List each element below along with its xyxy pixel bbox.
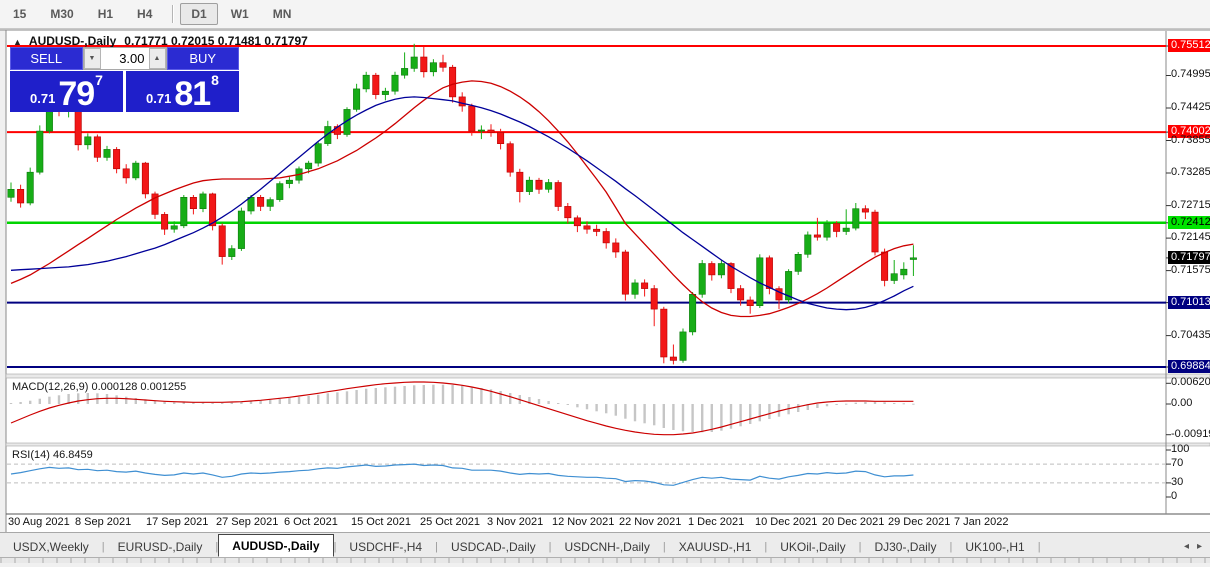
date-axis-label: 25 Oct 2021 [420,516,480,528]
date-axis-label: 30 Aug 2021 [8,516,70,528]
volume-increase-button[interactable]: ▲ [149,48,166,69]
price-level-label-red: 0.75512 [1168,39,1210,52]
chart-tab-ukoil-daily[interactable]: UKOil-,Daily [767,536,858,557]
chart-tab-usdcnh-daily[interactable]: USDCNH-,Daily [552,536,663,557]
date-axis-label: 27 Sep 2021 [216,516,278,528]
buy-price-box[interactable]: 0.71818 [126,71,239,112]
volume-decrease-button[interactable]: ▼ [84,48,101,69]
rsi-scale-label: 70 [1171,457,1183,470]
timeframe-button-h4[interactable]: H4 [126,3,163,25]
chart-tab-dj30-daily[interactable]: DJ30-,Daily [861,536,949,557]
rsi-scale-label: 0 [1171,490,1177,503]
date-axis-label: 10 Dec 2021 [755,516,817,528]
price-level-label-blue: 0.71013 [1168,296,1210,309]
chart-tab-usdx-weekly[interactable]: USDX,Weekly [0,536,102,557]
timeframe-button-m30[interactable]: M30 [39,3,84,25]
price-level-label-green: 0.72412 [1168,216,1210,229]
buy-price-prefix: 0.71 [146,88,171,110]
sell-price-sup: 7 [95,72,103,88]
timeframe-toolbar: 15M30H1H4 D1W1MN [0,0,1210,29]
date-axis-label: 6 Oct 2021 [284,516,338,528]
sell-button[interactable]: SELL [10,47,83,70]
chart-tab-audusd-daily[interactable]: AUDUSD-,Daily [218,534,333,557]
rsi-scale-label: 100 [1171,443,1189,456]
buy-price-big: 81 [174,79,210,110]
ohlc-values: 0.71771 0.72015 0.71481 0.71797 [124,34,308,48]
date-axis-label: 1 Dec 2021 [688,516,744,528]
one-click-trade-panel: SELL ▼ ▲ BUY 0.71797 0.71818 [10,47,239,112]
collapse-panel-icon[interactable]: ▲ [13,37,22,47]
sell-price-big: 79 [58,79,94,110]
price-axis-label: 0.71575 [1171,264,1210,277]
date-axis-label: 7 Jan 2022 [954,516,1008,528]
macd-scale-label: -0.009197 [1171,428,1210,441]
tab-scroll-arrows: ◂▸ [1184,541,1210,557]
sell-price-box[interactable]: 0.71797 [10,71,123,112]
buy-price-sup: 8 [211,72,219,88]
price-level-label-blue: 0.69884 [1168,360,1210,373]
price-axis-label: 0.73855 [1171,134,1210,147]
chart-tab-eurusd-daily[interactable]: EURUSD-,Daily [105,536,216,557]
date-axis-label: 22 Nov 2021 [619,516,681,528]
date-axis-label: 29 Dec 2021 [888,516,950,528]
date-axis-label: 12 Nov 2021 [552,516,614,528]
chart-tab-uk100-h1[interactable]: UK100-,H1 [952,536,1037,557]
tab-scroll-left-icon[interactable]: ◂ [1184,541,1189,552]
current-price-label: 0.71797 [1168,251,1210,264]
date-axis-label: 8 Sep 2021 [75,516,131,528]
timeframe-button-mn[interactable]: MN [262,3,303,25]
timeframe-button-h1[interactable]: H1 [87,3,124,25]
price-axis-label: 0.74425 [1171,101,1210,114]
chart-tab-usdchf-h4[interactable]: USDCHF-,H4 [336,536,435,557]
macd-scale-label: 0.006201 [1171,376,1210,389]
volume-box: ▼ ▲ [83,47,167,70]
timeframe-button-15[interactable]: 15 [2,3,37,25]
timeframe-button-w1[interactable]: W1 [220,3,260,25]
chart-tab-xauusd-h1[interactable]: XAUUSD-,H1 [666,536,765,557]
price-axis-label: 0.72145 [1171,231,1210,244]
price-axis-label: 0.70435 [1171,329,1210,342]
symbol-period-label: AUDUSD-,Daily [29,34,116,48]
sell-price-prefix: 0.71 [30,88,55,110]
tab-scroll-right-icon[interactable]: ▸ [1197,541,1202,552]
toolbar-divider [172,5,173,23]
date-axis-label: 17 Sep 2021 [146,516,208,528]
price-axis-label: 0.74995 [1171,68,1210,81]
rsi-scale-label: 30 [1171,476,1183,489]
volume-input[interactable] [101,48,149,69]
bottom-panel-edge [0,557,1210,563]
trading-terminal: 15M30H1H4 D1W1MN ▲ AUDUSD-,Daily 0.71771 0.… [0,0,1210,562]
macd-scale-label: 0.00 [1171,397,1192,410]
date-axis-label: 20 Dec 2021 [822,516,884,528]
macd-label: MACD(12,26,9) 0.000128 0.001255 [12,381,186,393]
date-axis-label: 3 Nov 2021 [487,516,543,528]
symbol-tabbar: USDX,Weekly|EURUSD-,Daily|AUDUSD-,Daily|… [0,532,1210,557]
date-axis-label: 15 Oct 2021 [351,516,411,528]
chart-tab-usdcad-daily[interactable]: USDCAD-,Daily [438,536,549,557]
tab-separator: | [1038,541,1041,557]
rsi-label: RSI(14) 46.8459 [12,449,93,461]
buy-button[interactable]: BUY [167,47,240,70]
price-axis-label: 0.72715 [1171,199,1210,212]
chart-title: ▲ AUDUSD-,Daily 0.71771 0.72015 0.71481 0.… [13,34,308,48]
price-axis-label: 0.73285 [1171,166,1210,179]
timeframe-button-d1[interactable]: D1 [180,3,217,25]
